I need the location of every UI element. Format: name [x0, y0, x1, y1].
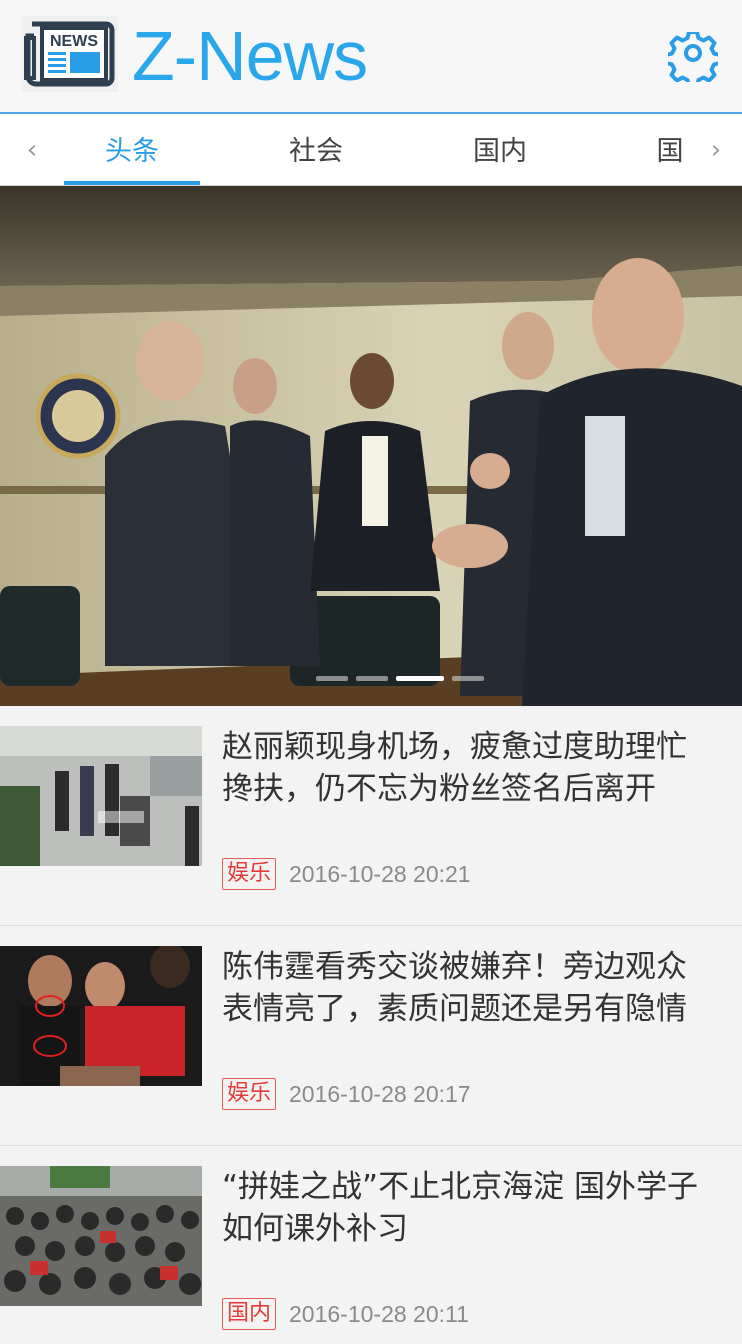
chevron-right-icon[interactable]: › [696, 114, 736, 185]
news-headline[interactable]: 陈伟霆看秀交谈被嫌弃！旁边观众 表情亮了，素质问题还是另有隐情 [222, 946, 742, 1030]
news-timestamp: 2016-10-28 20:11 [289, 1301, 469, 1327]
settings-gear-icon[interactable] [664, 30, 722, 88]
category-tag: 娱乐 [222, 858, 277, 890]
news-list-item[interactable]: 赵丽颖现身机场，疲惫过度助理忙 搀扶，仍不忘为粉丝签名后离开 娱乐 2016-1… [0, 706, 742, 926]
news-timestamp: 2016-10-28 20:17 [289, 1081, 471, 1107]
news-logo-icon: NEWS [22, 16, 118, 92]
news-headline[interactable]: 赵丽颖现身机场，疲惫过度助理忙 搀扶，仍不忘为粉丝签名后离开 [222, 726, 742, 810]
app-title: Z-News [132, 17, 368, 95]
chevron-left-icon[interactable]: ‹ [12, 114, 52, 185]
svg-text:NEWS: NEWS [50, 33, 98, 50]
hero-carousel[interactable] [0, 186, 742, 706]
carousel-dot[interactable] [316, 676, 348, 681]
news-thumbnail [0, 726, 202, 866]
tab-domestic[interactable]: 国内 [432, 114, 568, 185]
news-thumbnail [0, 1166, 202, 1306]
carousel-dot-active[interactable] [396, 676, 444, 681]
carousel-dot[interactable] [356, 676, 388, 681]
tab-society[interactable]: 社会 [248, 114, 384, 185]
carousel-indicators [0, 676, 742, 682]
news-headline[interactable]: “拼娃之战”不止北京海淀 国外学子 如何课外补习 [222, 1166, 742, 1250]
tab-headlines[interactable]: 头条 [64, 114, 200, 185]
category-tag: 娱乐 [222, 1078, 277, 1110]
app-header: NEWS Z-News [0, 0, 742, 114]
news-list-item[interactable]: “拼娃之战”不止北京海淀 国外学子 如何课外补习 国内 2016-10-28 2… [0, 1146, 742, 1344]
tab-international[interactable]: 国 [648, 114, 692, 185]
category-tag: 国内 [222, 1298, 277, 1330]
news-timestamp: 2016-10-28 20:21 [289, 861, 471, 887]
category-tab-bar: ‹ 头条 社会 国内 国 › [0, 114, 742, 186]
hero-photo [0, 186, 742, 706]
carousel-dot[interactable] [452, 676, 484, 681]
news-thumbnail [0, 946, 202, 1086]
news-list-item[interactable]: 陈伟霆看秀交谈被嫌弃！旁边观众 表情亮了，素质问题还是另有隐情 娱乐 2016-… [0, 926, 742, 1146]
